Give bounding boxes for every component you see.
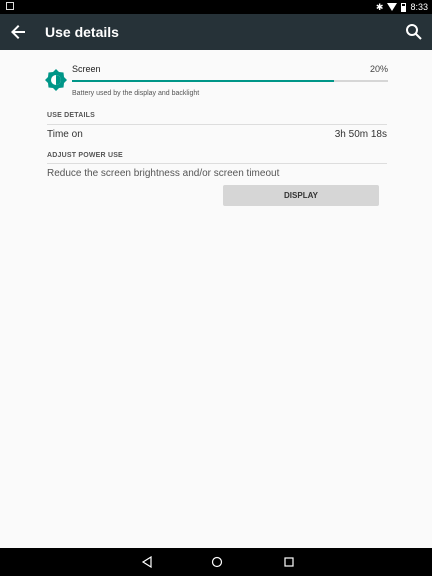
time-on-value: 3h 50m 18s [334,129,387,140]
content-area: Screen 20% Battery used by the display a… [0,50,432,548]
divider [47,163,387,164]
navigation-bar [0,548,432,576]
bluetooth-icon: ✱ [375,1,384,12]
search-icon[interactable] [402,20,426,44]
usage-bar [72,80,388,82]
screen-label: Screen [72,64,101,74]
arrow-back-icon[interactable] [6,20,30,44]
brightness-icon [45,69,67,91]
image-icon [6,2,14,10]
time-on-label: Time on [47,129,83,140]
battery-icon [401,2,407,12]
divider [47,124,387,125]
screen-percent: 20% [369,64,388,74]
status-icons: ✱ 8:33 [376,0,428,14]
usage-bar-fill [72,80,335,82]
nav-back-icon[interactable] [141,556,153,568]
status-bar: ✱ 8:33 [0,0,432,14]
status-time: 8:33 [410,2,428,12]
screen-description: Battery used by the display and backligh… [72,90,200,97]
app-toolbar: Use details [0,14,432,50]
page-title: Use details [45,24,119,40]
display-button[interactable]: DISPLAY [223,185,379,206]
nav-recent-icon[interactable] [283,556,295,568]
adjust-power-text: Reduce the screen brightness and/or scre… [47,168,280,179]
adjust-power-header: ADJUST POWER USE [47,152,123,159]
nav-home-icon[interactable] [211,556,223,568]
wifi-icon [387,3,398,11]
use-details-header: USE DETAILS [47,112,95,119]
